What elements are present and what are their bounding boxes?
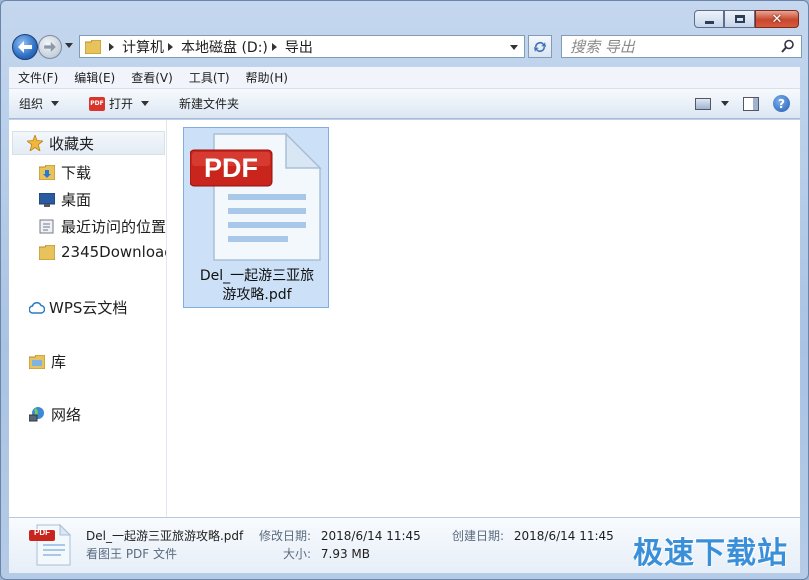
details-file-type: 看图王 PDF 文件	[86, 547, 178, 561]
command-bar: 组织 PDF 打开 新建文件夹 ?	[9, 89, 800, 119]
menu-tools[interactable]: 工具(T)	[189, 69, 230, 86]
sidebar-item-network[interactable]: 网络	[29, 404, 81, 425]
refresh-button[interactable]	[528, 35, 552, 58]
sidebar-item-wps-cloud[interactable]: WPS云文档	[29, 297, 127, 318]
back-button[interactable]	[12, 34, 38, 60]
sidebar-item-label: WPS云文档	[49, 299, 128, 317]
file-item-selected[interactable]: PDF Del_一起游三亚旅 游攻略.pdf	[183, 127, 329, 308]
sidebar-item-libraries[interactable]: 库	[29, 351, 66, 372]
sidebar-item-label: 最近访问的位置	[61, 218, 167, 236]
address-dropdown[interactable]	[510, 45, 518, 50]
breadcrumb-computer[interactable]: 计算机	[122, 37, 164, 57]
recent-pages-dropdown[interactable]	[65, 43, 73, 48]
breadcrumb: 计算机 本地磁盘 (D:) 导出	[105, 37, 313, 57]
sidebar-item-downloads[interactable]: 下载	[39, 162, 91, 183]
file-name-line2: 游攻略.pdf	[222, 287, 292, 303]
details-size: 大小: 7.93 MB	[283, 545, 370, 562]
help-icon[interactable]: ?	[773, 95, 790, 112]
file-name: Del_一起游三亚旅 游攻略.pdf	[184, 267, 330, 305]
open-button[interactable]: PDF 打开	[89, 95, 150, 112]
download-folder-icon	[39, 165, 55, 180]
arrow-left-icon	[18, 41, 32, 53]
explorer-window: ✕ 计算机 本地磁盘 (D:) 导出 搜索 导出 文件(F) 编辑(E) 查看(…	[0, 0, 809, 580]
chevron-down-icon	[141, 101, 150, 106]
breadcrumb-separator[interactable]	[168, 42, 173, 51]
details-pane: PDF Del_一起游三亚旅游攻略.pdf 看图王 PDF 文件 修改日期: 2…	[9, 517, 800, 573]
details-created-label: 创建日期:	[452, 529, 505, 543]
favorites-label: 收藏夹	[49, 134, 95, 153]
sidebar-item-label: 网络	[51, 406, 82, 424]
details-size-value: 7.93 MB	[320, 547, 370, 561]
details-modified-value: 2018/6/14 11:45	[320, 529, 421, 543]
folder-icon	[39, 244, 55, 260]
details-pdf-badge: PDF	[34, 528, 50, 537]
sidebar-item-desktop[interactable]: 桌面	[39, 189, 91, 210]
arrow-right-icon	[44, 42, 56, 52]
details-created: 创建日期: 2018/6/14 11:45	[452, 527, 614, 544]
chevron-down-icon	[51, 101, 60, 106]
search-placeholder: 搜索 导出	[570, 38, 635, 56]
star-icon	[27, 135, 43, 151]
close-button[interactable]: ✕	[755, 10, 799, 28]
change-view-button[interactable]	[695, 97, 729, 110]
sidebar-item-2345downloads[interactable]: 2345Downloads	[39, 243, 166, 261]
breadcrumb-separator[interactable]	[271, 42, 277, 51]
sidebar-item-label: 2345Downloads	[61, 243, 166, 261]
address-row: 计算机 本地磁盘 (D:) 导出 搜索 导出	[9, 32, 802, 62]
details-file-name: Del_一起游三亚旅游攻略.pdf	[86, 529, 244, 543]
sidebar-item-label: 桌面	[61, 191, 92, 209]
library-icon	[29, 354, 45, 369]
recent-places-icon	[39, 219, 54, 234]
menu-view[interactable]: 查看(V)	[131, 69, 173, 86]
pdf-badge-text: PDF	[204, 152, 258, 183]
cloud-icon	[29, 301, 45, 314]
minimize-button[interactable]	[694, 10, 724, 28]
desktop-icon	[39, 192, 55, 207]
details-modified: 修改日期: 2018/6/14 11:45	[259, 527, 421, 544]
folder-icon	[85, 39, 101, 54]
sidebar-item-label: 库	[51, 353, 67, 371]
organize-button[interactable]: 组织	[19, 95, 60, 112]
details-modified-label: 修改日期:	[259, 529, 312, 543]
forward-button[interactable]	[38, 35, 62, 59]
pdf-app-icon: PDF	[89, 96, 106, 111]
sidebar-item-label: 下载	[61, 164, 92, 182]
maximize-button[interactable]	[724, 10, 755, 28]
view-icon	[695, 97, 711, 110]
site-watermark: 极速下载站	[633, 536, 788, 571]
open-label: 打开	[109, 97, 134, 111]
new-folder-label: 新建文件夹	[179, 97, 240, 111]
preview-pane-icon[interactable]	[743, 96, 759, 111]
content-area: 收藏夹 下载 桌面 最近访问的位置 2345Downloads WPS云文档	[9, 120, 800, 517]
refresh-icon	[534, 41, 546, 52]
menu-help[interactable]: 帮助(H)	[246, 69, 288, 86]
breadcrumb-separator[interactable]	[109, 42, 114, 51]
navigation-pane: 收藏夹 下载 桌面 最近访问的位置 2345Downloads WPS云文档	[9, 120, 167, 517]
command-bar-right: ?	[681, 95, 790, 112]
file-name-line1: Del_一起游三亚旅	[199, 268, 315, 284]
search-icon[interactable]	[781, 39, 795, 54]
maximize-icon	[734, 15, 745, 23]
menu-file[interactable]: 文件(F)	[18, 69, 58, 86]
menu-bar: 文件(F) 编辑(E) 查看(V) 工具(T) 帮助(H)	[9, 67, 800, 89]
menu-edit[interactable]: 编辑(E)	[74, 69, 115, 86]
close-icon: ✕	[771, 11, 783, 27]
network-icon	[29, 407, 44, 422]
window-controls: ✕	[694, 10, 799, 28]
nav-favorites[interactable]: 收藏夹	[12, 131, 165, 155]
file-list: PDF Del_一起游三亚旅 游攻略.pdf	[168, 120, 800, 517]
minimize-icon	[704, 20, 714, 24]
details-created-value: 2018/6/14 11:45	[513, 529, 614, 543]
new-folder-button[interactable]: 新建文件夹	[179, 95, 239, 112]
chevron-down-icon	[721, 101, 729, 106]
address-bar[interactable]: 计算机 本地磁盘 (D:) 导出	[79, 35, 525, 58]
breadcrumb-drive[interactable]: 本地磁盘 (D:)	[181, 37, 268, 57]
details-size-label: 大小:	[283, 547, 312, 561]
organize-label: 组织	[19, 97, 44, 111]
search-input[interactable]: 搜索 导出	[561, 35, 802, 58]
sidebar-item-recent[interactable]: 最近访问的位置	[39, 216, 166, 237]
breadcrumb-folder[interactable]: 导出	[285, 37, 313, 57]
